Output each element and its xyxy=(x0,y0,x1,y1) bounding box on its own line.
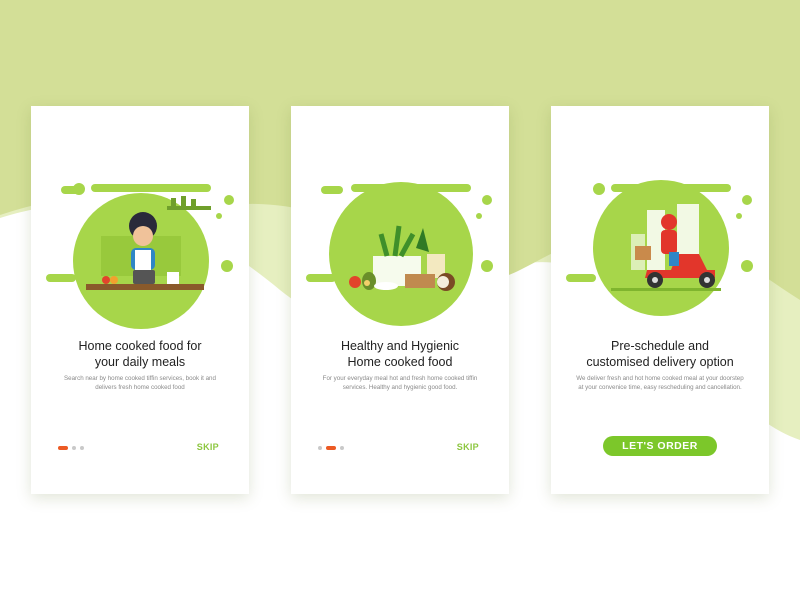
skip-button[interactable]: SKIP xyxy=(457,442,479,452)
chef-cooking-illustration xyxy=(46,183,234,329)
pagination-dot-2[interactable] xyxy=(72,446,76,450)
card-title: Healthy and Hygienic Home cooked food xyxy=(340,339,460,369)
pagination-dot-3[interactable] xyxy=(80,446,84,450)
pagination-dots xyxy=(58,445,84,451)
onboarding-card-1: Home cooked food for your daily meals Se… xyxy=(31,106,249,494)
vegetables-illustration xyxy=(306,182,493,326)
lets-order-button[interactable]: LET'S ORDER xyxy=(603,436,717,456)
onboarding-card-2: Healthy and Hygienic Home cooked food Fo… xyxy=(291,106,509,494)
card-description: Search near by home cooked tiffin servic… xyxy=(64,375,216,391)
card-description: For your everyday meal hot and fresh hom… xyxy=(322,375,478,391)
pagination-dot-3[interactable] xyxy=(340,446,344,450)
skip-button[interactable]: SKIP xyxy=(197,442,219,452)
card-description: We deliver fresh and hot home cooked mea… xyxy=(576,375,744,391)
pagination-dot-1[interactable] xyxy=(58,446,68,450)
pagination-dot-1[interactable] xyxy=(318,446,322,450)
pagination-dots xyxy=(318,445,344,451)
onboarding-card-3: Pre-schedule and customised delivery opt… xyxy=(551,106,769,494)
card-title: Pre-schedule and customised delivery opt… xyxy=(586,339,734,369)
scooter-delivery-illustration xyxy=(566,180,753,316)
pagination-dot-2[interactable] xyxy=(326,446,336,450)
card-title: Home cooked food for your daily meals xyxy=(78,339,202,369)
